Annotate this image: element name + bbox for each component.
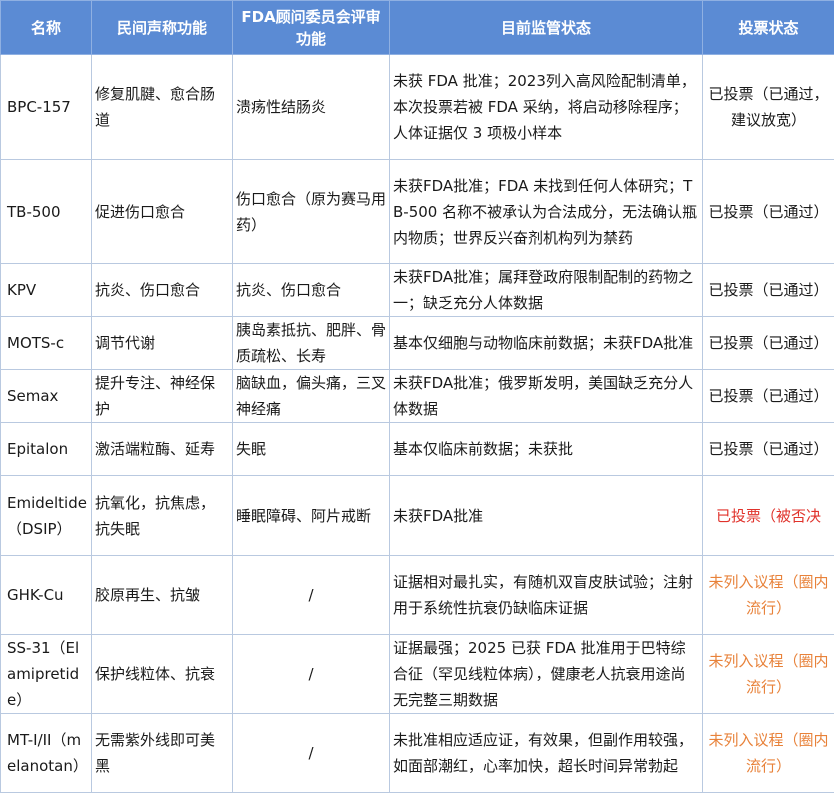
header-vote-status: 投票状态: [703, 1, 834, 55]
cell-claimed: 调节代谢: [92, 317, 233, 370]
cell-vote-status: 已投票（已通过）: [703, 317, 834, 370]
cell-fda-function: 伤口愈合（原为赛马用药）: [233, 160, 390, 264]
cell-vote-status: 已投票（被否决: [703, 476, 834, 556]
cell-name: Emideltide（DSIP）: [1, 476, 92, 556]
table-row: TB-500 促进伤口愈合 伤口愈合（原为赛马用药） 未获FDA批准；FDA 未…: [1, 160, 834, 264]
cell-claimed: 促进伤口愈合: [92, 160, 233, 264]
cell-vote-status: 已投票（已通过， 建议放宽）: [703, 55, 834, 160]
cell-regulatory: 证据相对最扎实，有随机双盲皮肤试验；注射用于系统性抗衰仍缺临床证据: [390, 556, 703, 635]
cell-name: GHK-Cu: [1, 556, 92, 635]
cell-fda-function: 胰岛素抵抗、肥胖、骨质疏松、长寿: [233, 317, 390, 370]
header-fda-function: FDA顾问委员会评审功能: [233, 1, 390, 55]
cell-vote-status: 未列入议程（圈内流行）: [703, 556, 834, 635]
cell-vote-status: 已投票（已通过）: [703, 370, 834, 423]
cell-name: MOTS-c: [1, 317, 92, 370]
cell-name: TB-500: [1, 160, 92, 264]
cell-regulatory: 未获 FDA 批准；2023列入高风险配制清单，本次投票若被 FDA 采纳，将启…: [390, 55, 703, 160]
cell-regulatory: 未获FDA批准: [390, 476, 703, 556]
cell-vote-status: 已投票（已通过）: [703, 160, 834, 264]
table-row: Epitalon 激活端粒酶、延寿 失眠 基本仅临床前数据；未获批 已投票（已通…: [1, 423, 834, 476]
cell-claimed: 胶原再生、抗皱: [92, 556, 233, 635]
cell-claimed: 抗炎、伤口愈合: [92, 264, 233, 317]
cell-vote-status: 未列入议程（圈内流行）: [703, 635, 834, 714]
table-row: SS-31（Elamipretide） 保护线粒体、抗衰 / 证据最强；2025…: [1, 635, 834, 714]
peptide-regulation-table: 名称 民间声称功能 FDA顾问委员会评审功能 目前监管状态 投票状态 BPC-1…: [0, 0, 834, 793]
cell-fda-function: 失眠: [233, 423, 390, 476]
cell-name: KPV: [1, 264, 92, 317]
cell-name: SS-31（Elamipretide）: [1, 635, 92, 714]
cell-claimed: 修复肌腱、愈合肠道: [92, 55, 233, 160]
cell-regulatory: 未获FDA批准；FDA 未找到任何人体研究；TB-500 名称不被承认为合法成分…: [390, 160, 703, 264]
header-claimed-function: 民间声称功能: [92, 1, 233, 55]
cell-regulatory: 未获FDA批准；俄罗斯发明，美国缺乏充分人体数据: [390, 370, 703, 423]
cell-fda-function: 睡眠障碍、阿片戒断: [233, 476, 390, 556]
table-row: GHK-Cu 胶原再生、抗皱 / 证据相对最扎实，有随机双盲皮肤试验；注射用于系…: [1, 556, 834, 635]
cell-fda-function: /: [233, 714, 390, 793]
cell-claimed: 提升专注、神经保护: [92, 370, 233, 423]
cell-fda-function: 脑缺血，偏头痛，三叉神经痛: [233, 370, 390, 423]
cell-fda-function: 抗炎、伤口愈合: [233, 264, 390, 317]
table-row: MT-I/II（melanotan） 无需紫外线即可美黑 / 未批准相应适应证，…: [1, 714, 834, 793]
table-row: KPV 抗炎、伤口愈合 抗炎、伤口愈合 未获FDA批准；属拜登政府限制配制的药物…: [1, 264, 834, 317]
table-row: Semax 提升专注、神经保护 脑缺血，偏头痛，三叉神经痛 未获FDA批准；俄罗…: [1, 370, 834, 423]
header-name: 名称: [1, 1, 92, 55]
cell-fda-function: 溃疡性结肠炎: [233, 55, 390, 160]
cell-claimed: 激活端粒酶、延寿: [92, 423, 233, 476]
cell-regulatory: 未获FDA批准；属拜登政府限制配制的药物之一；缺乏充分人体数据: [390, 264, 703, 317]
cell-fda-function: /: [233, 635, 390, 714]
cell-claimed: 无需紫外线即可美黑: [92, 714, 233, 793]
cell-vote-status: 未列入议程（圈内流行）: [703, 714, 834, 793]
cell-vote-status: 已投票（已通过）: [703, 264, 834, 317]
cell-name: MT-I/II（melanotan）: [1, 714, 92, 793]
table-header-row: 名称 民间声称功能 FDA顾问委员会评审功能 目前监管状态 投票状态: [1, 1, 834, 55]
cell-name: Semax: [1, 370, 92, 423]
cell-claimed: 保护线粒体、抗衰: [92, 635, 233, 714]
cell-regulatory: 基本仅细胞与动物临床前数据；未获FDA批准: [390, 317, 703, 370]
cell-claimed: 抗氧化，抗焦虑，抗失眠: [92, 476, 233, 556]
cell-name: BPC-157: [1, 55, 92, 160]
cell-fda-function: /: [233, 556, 390, 635]
cell-regulatory: 基本仅临床前数据；未获批: [390, 423, 703, 476]
table-row: BPC-157 修复肌腱、愈合肠道 溃疡性结肠炎 未获 FDA 批准；2023列…: [1, 55, 834, 160]
header-regulatory-status: 目前监管状态: [390, 1, 703, 55]
table-body: BPC-157 修复肌腱、愈合肠道 溃疡性结肠炎 未获 FDA 批准；2023列…: [1, 55, 834, 793]
cell-regulatory: 证据最强；2025 已获 FDA 批准用于巴特综合征（罕见线粒体病），健康老人抗…: [390, 635, 703, 714]
cell-name: Epitalon: [1, 423, 92, 476]
cell-vote-status: 已投票（已通过）: [703, 423, 834, 476]
cell-regulatory: 未批准相应适应证，有效果，但副作用较强，如面部潮红，心率加快，超长时间异常勃起: [390, 714, 703, 793]
table-row: Emideltide（DSIP） 抗氧化，抗焦虑，抗失眠 睡眠障碍、阿片戒断 未…: [1, 476, 834, 556]
table-row: MOTS-c 调节代谢 胰岛素抵抗、肥胖、骨质疏松、长寿 基本仅细胞与动物临床前…: [1, 317, 834, 370]
